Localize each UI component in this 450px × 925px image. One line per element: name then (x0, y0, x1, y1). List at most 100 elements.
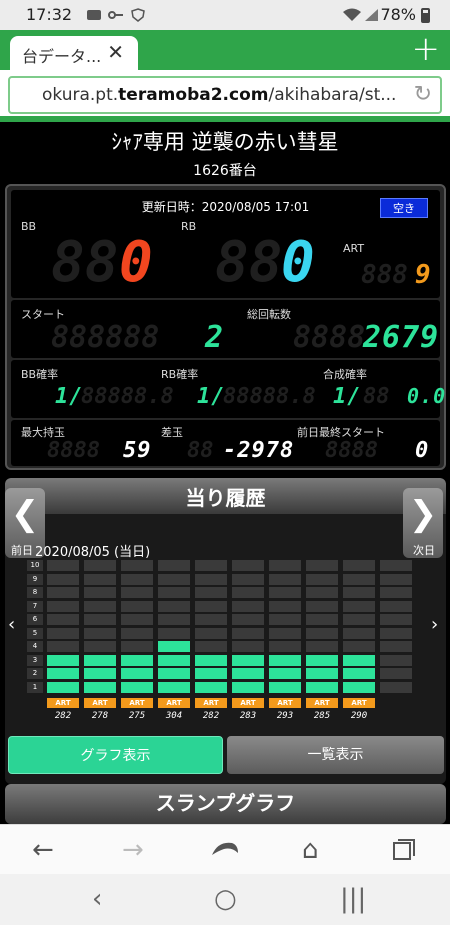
close-icon[interactable]: ✕ (107, 42, 124, 62)
hit-bar-cell (158, 681, 190, 693)
hit-bar-cell (232, 681, 264, 693)
art-type-badge: ART (158, 698, 190, 708)
forward-icon[interactable]: → (122, 835, 144, 865)
hit-bar-cell (232, 573, 264, 585)
hit-bar-cell (121, 654, 153, 666)
hit-bar-cell (232, 668, 264, 679)
tab-title: 台データ... (22, 47, 102, 66)
scroll-left-icon[interactable]: ‹ (8, 614, 15, 635)
hit-bar-cell (195, 627, 227, 639)
hit-bar-cell (380, 600, 412, 612)
hit-bar-cell (195, 600, 227, 612)
hit-bar-cell (121, 614, 153, 625)
hit-bar-cell (343, 600, 375, 612)
signal-icon (365, 9, 378, 21)
rb-prob-label: RB確率 (161, 368, 199, 381)
art-type-badge: ART (232, 698, 264, 708)
hit-bar-cell (380, 560, 412, 571)
scroll-right-icon[interactable]: › (431, 614, 438, 635)
new-tab-icon[interactable]: + (412, 32, 441, 66)
hit-bar-cell (232, 627, 264, 639)
hit-bar-cell (306, 627, 338, 639)
art-type-badge: ART (269, 698, 301, 708)
hit-bar-cell (84, 654, 116, 666)
combined-prob-value: 1/ (333, 384, 362, 409)
hit-bar-cell (121, 627, 153, 639)
hit-bar-cell (121, 573, 153, 585)
rb-ghost-digits: 88 (215, 230, 283, 295)
max-balls-value: 59 (123, 438, 152, 463)
hit-bar-cell (195, 668, 227, 679)
wifi-icon (343, 8, 361, 21)
hit-bar-cell (84, 560, 116, 571)
next-day-label[interactable]: 次日 (413, 542, 435, 558)
level-label: 9 (27, 573, 43, 585)
key-icon (108, 11, 123, 19)
hit-bar-cell (47, 654, 79, 666)
hit-history-title: 当り履歴 (185, 486, 266, 510)
art-type-badge: ART (306, 698, 338, 708)
hit-bar-cell (195, 641, 227, 652)
clock: 17:32 (26, 5, 73, 24)
bb-prob-value: 1/ (55, 384, 84, 409)
list-view-button[interactable]: 一覧表示 (227, 736, 444, 774)
hit-bar-cell (380, 627, 412, 639)
hit-bar-cell (306, 681, 338, 693)
hit-bar-cell (343, 573, 375, 585)
hit-bar-cell (47, 560, 79, 571)
diff-label: 差玉 (161, 426, 183, 439)
status-bar: 17:32 78% (0, 0, 450, 30)
hit-bar-cell (343, 627, 375, 639)
hit-bar-cell (343, 614, 375, 625)
level-label: 7 (27, 600, 43, 612)
machine-header: ｼｬｱ専用 逆襲の赤い彗星 1626番台 (0, 122, 450, 184)
rb-value: 0 (281, 230, 316, 295)
hit-bar-cell (158, 627, 190, 639)
hit-bar-cell (269, 560, 301, 571)
hit-bar-cell (84, 600, 116, 612)
hit-bar-cell (47, 587, 79, 598)
battery-level: 78% (380, 5, 416, 24)
home-icon[interactable]: ⌂ (302, 835, 319, 865)
slump-graph-header[interactable]: スランプグラフ (5, 784, 446, 824)
recent-apps-icon[interactable]: ||| (340, 884, 366, 914)
bb-ghost-digits: 88 (51, 230, 119, 295)
tabs-icon[interactable] (392, 839, 416, 861)
total-spins-label: 総回転数 (247, 308, 291, 321)
system-back-icon[interactable]: ‹ (92, 884, 102, 914)
machine-name: ｼｬｱ専用 逆襲の赤い彗星 (111, 130, 339, 154)
system-home-icon[interactable]: ○ (214, 884, 237, 914)
spin-count-label: 290 (350, 711, 368, 721)
art-type-badge: ART (84, 698, 116, 708)
tab-bar: 台データ... ✕ + (0, 30, 450, 70)
back-icon[interactable]: ← (32, 835, 54, 865)
battery-icon (421, 8, 430, 23)
url-prefix: okura.pt. (42, 85, 119, 105)
level-label: 6 (27, 614, 43, 625)
hit-history-panel: 当り履歴 ❮ 前日 ❯ 次日 2020/08/05 (当日) ‹ › 10 9 8 7… (5, 478, 446, 784)
balls-row: 最大持玉 8888 59 差玉 88 -2978 前日最終スタート 8888 0 (11, 420, 440, 466)
hit-bar-cell (343, 681, 375, 693)
hit-bar-cell (158, 668, 190, 679)
spin-count-label: 278 (91, 711, 109, 721)
level-label: 4 (27, 641, 43, 652)
prev-day-label[interactable]: 前日 (11, 542, 33, 558)
hit-bar-cell (380, 573, 412, 585)
prev-day-start-ghost: 8888 (325, 438, 378, 463)
address-bar[interactable]: okura.pt.teramoba2.com/akihabara/st... ↻ (8, 76, 442, 114)
browser-toolbar: ← → ⌂ (0, 824, 450, 874)
dolphin-icon[interactable] (210, 839, 240, 861)
hit-bar-cell (84, 614, 116, 625)
art-type-badge: ART (47, 698, 79, 708)
reload-icon[interactable]: ↻ (414, 82, 432, 107)
hit-bar-cell (158, 641, 190, 652)
total-spins-value: 2679 (363, 320, 440, 355)
graph-view-button[interactable]: グラフ表示 (8, 736, 223, 774)
total-ghost-digits: 8888 (293, 320, 366, 355)
hit-bar-cell (380, 587, 412, 598)
history-date: 2020/08/05 (当日) (35, 545, 151, 560)
hit-bar-cell (269, 681, 301, 693)
hit-history-header: 当り履歴 (5, 478, 446, 514)
address-bar-container: okura.pt.teramoba2.com/akihabara/st... ↻ (0, 70, 450, 122)
browser-tab[interactable]: 台データ... ✕ (10, 36, 138, 70)
